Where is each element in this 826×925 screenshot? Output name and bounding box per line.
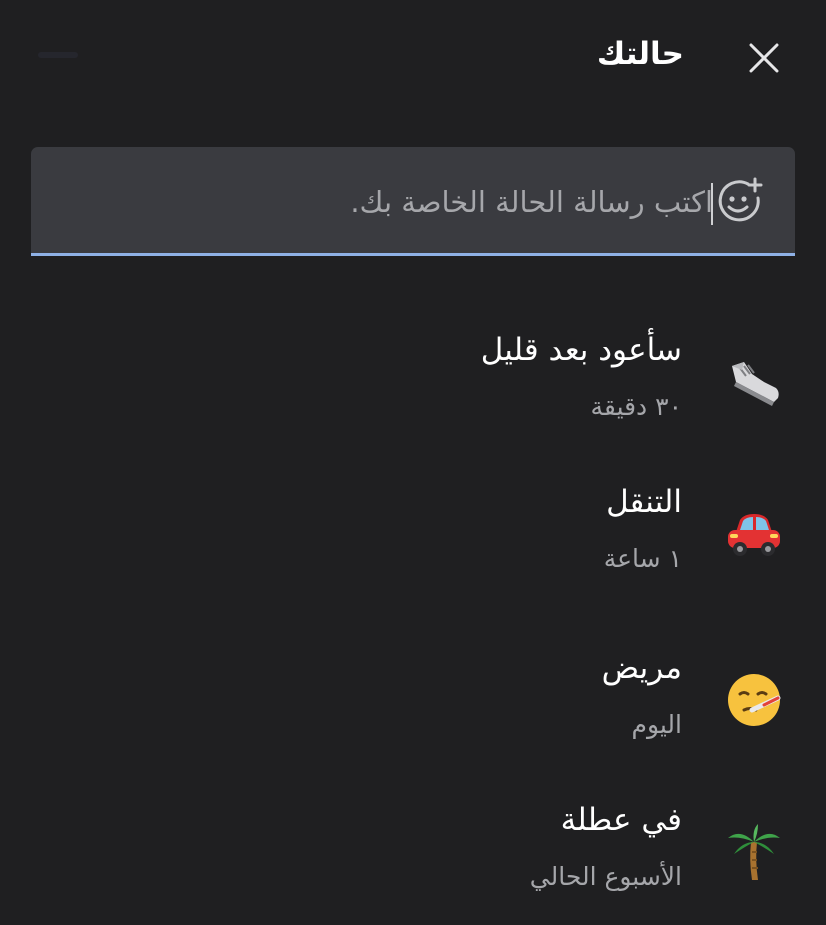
status-message-input[interactable]	[51, 169, 715, 235]
status-label: التنقل	[606, 484, 682, 520]
status-label: في عطلة	[560, 802, 682, 838]
sneaker-icon	[724, 352, 784, 412]
close-button[interactable]	[742, 36, 786, 80]
close-icon	[749, 43, 779, 73]
status-message-field[interactable]	[31, 147, 795, 256]
status-label: مريض	[601, 650, 682, 686]
page-title: حالتك	[596, 36, 684, 72]
palm-tree-icon	[724, 822, 784, 882]
status-item-sick[interactable]: مريض اليوم	[0, 638, 826, 768]
header: حالتك	[0, 0, 826, 120]
car-icon	[724, 504, 784, 564]
status-item-be-right-back[interactable]: سأعود بعد قليل ٣٠ دقيقة	[0, 320, 826, 450]
status-label: سأعود بعد قليل	[480, 332, 682, 368]
status-duration: ١ ساعة	[603, 544, 682, 573]
decorative-bar	[38, 52, 78, 58]
status-duration: ٣٠ دقيقة	[590, 392, 682, 421]
add-emoji-icon	[718, 177, 763, 222]
status-duration: اليوم	[631, 710, 682, 739]
status-item-commuting[interactable]: التنقل ١ ساعة	[0, 472, 826, 602]
sick-face-icon	[724, 670, 784, 730]
status-item-on-vacation[interactable]: في عطلة الأسبوع الحالي	[0, 790, 826, 920]
status-duration: الأسبوع الحالي	[529, 862, 682, 891]
add-emoji-button[interactable]	[714, 176, 764, 226]
text-caret	[711, 183, 713, 225]
